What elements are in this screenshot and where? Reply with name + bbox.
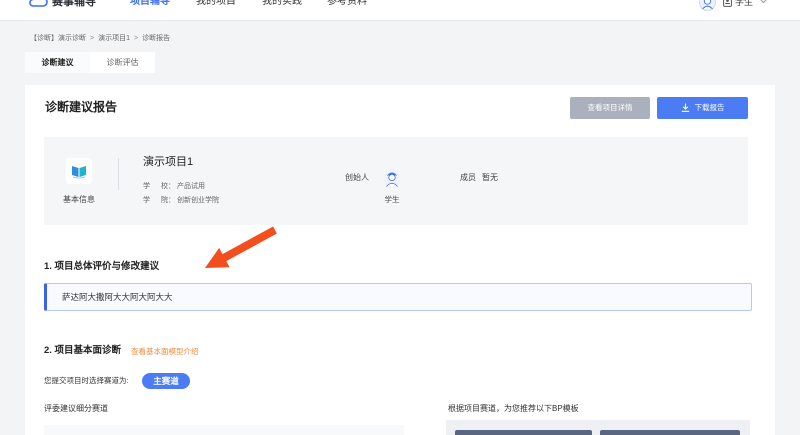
user-role-label[interactable]: 学生: [735, 0, 753, 9]
logo-text[interactable]: 赛事辅导: [52, 0, 96, 9]
breadcrumb-separator: >: [90, 35, 95, 42]
breadcrumb-separator: >: [134, 35, 139, 42]
tab-diagnosis-evaluation[interactable]: 诊断评估: [90, 52, 155, 73]
founder-label: 创始人: [345, 173, 369, 182]
page-title: 诊断建议报告: [45, 100, 118, 114]
download-report-label: 下载报告: [694, 103, 725, 112]
school-value: 产品试用: [176, 183, 205, 190]
breadcrumb-item-current: 诊断报告: [142, 35, 171, 42]
bp-template-label: 根据项目赛道，为您推荐以下BP模板: [448, 404, 579, 413]
avatar-icon: [383, 169, 401, 187]
bp-template-thumbnail[interactable]: [600, 430, 740, 435]
project-name: 演示项目1: [143, 156, 194, 168]
report-tabs: 诊断建议 诊断评估: [25, 52, 155, 73]
breadcrumb-item-diagnosis[interactable]: 【诊断】演示诊断: [30, 35, 86, 42]
bp-template-thumbnail[interactable]: [455, 430, 592, 435]
book-icon: [72, 166, 86, 179]
breadcrumb-item-project[interactable]: 演示项目1: [98, 35, 130, 42]
nav-item-my-projects[interactable]: 我的项目: [196, 0, 236, 9]
track-table-header: [44, 425, 404, 435]
overall-comment-box: 萨达阿大撒阿大大阿大阿大大: [44, 283, 752, 311]
tab-diagnosis-advice[interactable]: 诊断建议: [25, 52, 90, 73]
school-label: 学 校：: [143, 183, 175, 190]
divider: [118, 158, 119, 190]
basic-info-icon-box: [66, 158, 92, 184]
basic-info-panel: 基本信息 演示项目1 学 校： 产品试用 学 院： 创新创业学院 创始人 学生 成员…: [44, 137, 748, 225]
overall-comment-text: 萨达阿大撒阿大大阿大阿大大: [62, 292, 173, 302]
basic-info-label: 基本信息: [63, 195, 95, 204]
college-value: 创新创业学院: [176, 197, 219, 204]
model-intro-link[interactable]: 查看基本面模型介绍: [131, 347, 199, 357]
report-card: 诊断建议报告 查看项目详情 下载报告 基本信息 演示项目1 学 校： 产品试用 学…: [25, 85, 775, 435]
download-icon: [681, 103, 689, 112]
section-2-heading: 2. 项目基本面诊断: [44, 345, 122, 356]
school-row: 学 校： 产品试用: [143, 182, 205, 192]
view-project-details-button[interactable]: 查看项目详情: [570, 97, 650, 119]
section-1-heading: 1. 项目总体评价与修改建议: [44, 261, 160, 272]
college-label: 学 院：: [143, 197, 175, 204]
breadcrumb: 【诊断】演示诊断 > 演示项目1 > 诊断报告: [30, 34, 170, 44]
chevron-down-icon[interactable]: [759, 0, 768, 4]
members-value: 暂无: [482, 173, 498, 182]
view-project-details-label: 查看项目详情: [587, 103, 633, 112]
founder-name: 学生: [384, 195, 400, 204]
nav-item-references[interactable]: 参考资料: [327, 0, 367, 9]
avatar-icon[interactable]: [699, 0, 716, 11]
download-report-button[interactable]: 下载报告: [657, 97, 748, 119]
cloud-logo-icon[interactable]: [28, 0, 48, 8]
track-badge: 主赛道: [142, 373, 190, 389]
top-nav: 赛事辅导 项目辅导 我的项目 我的实践 参考资料 学生: [0, 0, 800, 21]
nav-item-my-practice[interactable]: 我的实践: [262, 0, 302, 9]
track-prompt: 您提交项目时选择赛道为:: [44, 376, 129, 385]
members-label: 成员: [460, 173, 476, 182]
college-row: 学 院： 创新创业学院: [143, 196, 219, 206]
bp-template-panel: [446, 420, 750, 435]
nav-item-project-coaching[interactable]: 项目辅导: [130, 0, 170, 9]
judge-suggest-label: 评委建议细分赛道: [44, 404, 108, 413]
id-card-icon: [723, 0, 732, 7]
